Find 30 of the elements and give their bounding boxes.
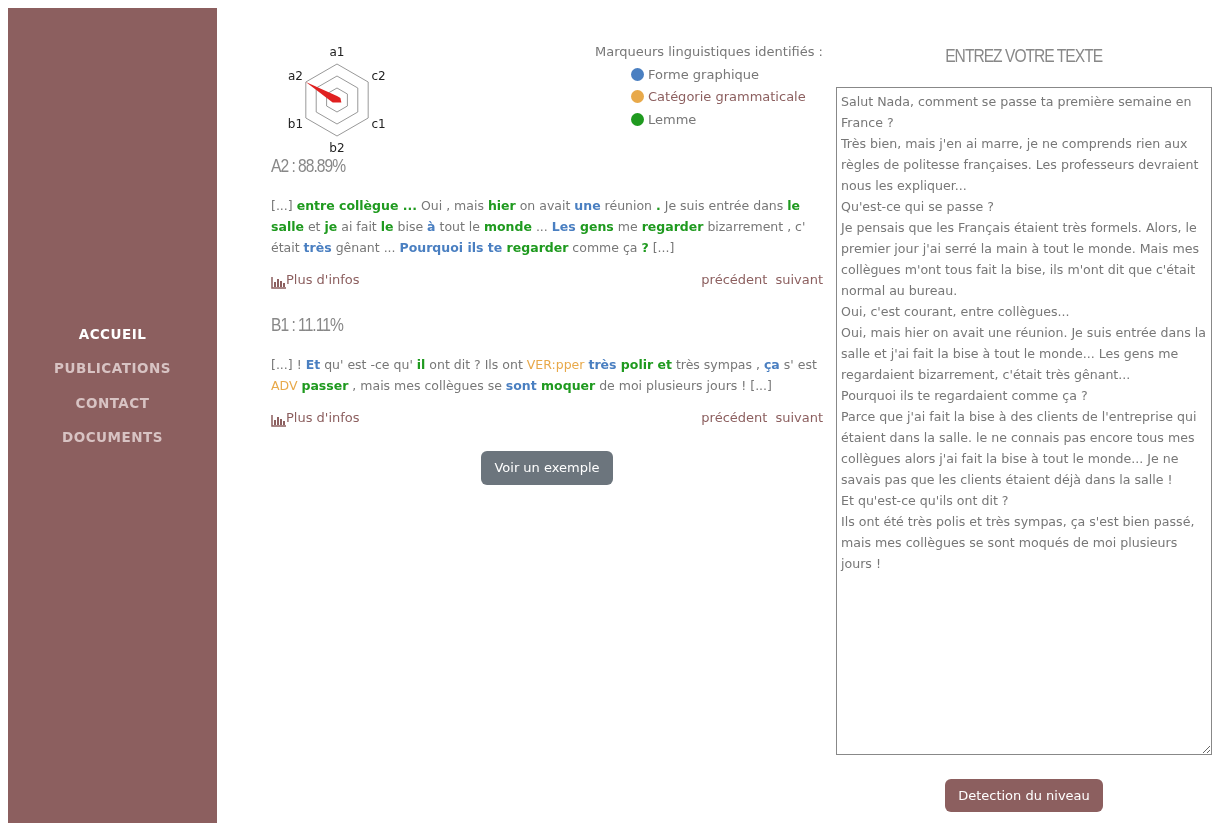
legend-label: Lemme bbox=[648, 110, 697, 129]
nav-link[interactable]: CONTACT bbox=[75, 392, 150, 413]
level-score: A2 : 88.89% bbox=[271, 154, 346, 178]
detect-level-button[interactable]: Detection du niveau bbox=[945, 778, 1103, 812]
annotated-passage: [...] entre collègue ... Oui , mais hier on avait une réunion . Je suis entrée dans le salle et je ai fait le bise à tout le monde ... Les gens me regarder bizarrement , c' était très gênant ... Pourquoi ils te regarder comme ça ? [...] bbox=[271, 196, 807, 257]
chart-icon bbox=[271, 415, 286, 427]
previous-link[interactable]: précédent bbox=[701, 407, 768, 427]
axis-label: c1 bbox=[371, 117, 386, 131]
example-button[interactable]: Voir un exemple bbox=[481, 451, 613, 485]
nav-link[interactable]: PUBLICATIONS bbox=[54, 358, 171, 379]
axis-label: b2 bbox=[329, 141, 345, 152]
axis-label: c2 bbox=[371, 69, 386, 83]
chart-icon bbox=[271, 277, 286, 289]
legend-label: Catégorie grammaticale bbox=[648, 88, 806, 106]
axis-label: b1 bbox=[287, 117, 304, 131]
nav-link[interactable]: DOCUMENTS bbox=[62, 426, 163, 447]
input-title: ENTREZ VOTRE TEXTE bbox=[945, 44, 1103, 68]
more-info-link[interactable]: Plus d'infos bbox=[271, 407, 360, 427]
annotated-passage: [...] ! Et qu' est -ce qu' il ont dit ? Ils ont VER:pper très polir et très sympas , ça s' est ADV passer , mais mes collègues se sont moquer de moi plusieurs jours ! [...] bbox=[271, 355, 818, 395]
axis-label: a1 bbox=[329, 45, 345, 59]
legend-title: Marqueurs linguistiques identifiés : bbox=[595, 43, 823, 61]
axis-label: a2 bbox=[287, 69, 303, 83]
level-score: B1 : 11.11% bbox=[271, 313, 343, 337]
legend-label: Forme graphique bbox=[648, 65, 760, 84]
next-link[interactable]: suivant bbox=[775, 407, 823, 427]
previous-link[interactable]: précédent bbox=[701, 269, 768, 289]
more-info-link[interactable]: Plus d'infos bbox=[271, 269, 360, 289]
nav-link[interactable]: ACCUEIL bbox=[78, 324, 147, 345]
next-link[interactable]: suivant bbox=[775, 269, 823, 289]
text-input-field[interactable]: Salut Nada, comment se passe ta première semaine en France ? Très bien, mais j'en ai marre, je ne comprends rien aux règles de politesse françaises. Les professeurs devraient nous les expliquer... Qu'est-ce qui se passe ? Je pensais que les Français étaient très formels. Alors, le premier jour j'ai serré la main à tout le monde. Mais mes collègues m'ont tous fait la bise, ils m'ont dit que c'était normal au bureau. Oui, c'est courant, entre collègues... Oui, mais hier on avait une réunion. Je suis entrée dans la salle et j'ai fait la bise à tout le monde... Les gens me regardaient bizarrement, c'était très gênant... Pourquoi ils te regardaient comme ça ? Parce que j'ai fait la bise à des clients de l'entreprise qui étaient dans la salle. le ne connais pas encore tous mes collègues alors j'ai fait la bise à tout le monde... Je ne savais pas que les clients étaient déjà dans la salle ! Et qu'est-ce qu'ils ont dit ? Ils ont été très polis et très sympas, ça s'est bien passé, mais mes collègues se sont moqués de moi plusieurs jours ! bbox=[836, 86, 1212, 755]
